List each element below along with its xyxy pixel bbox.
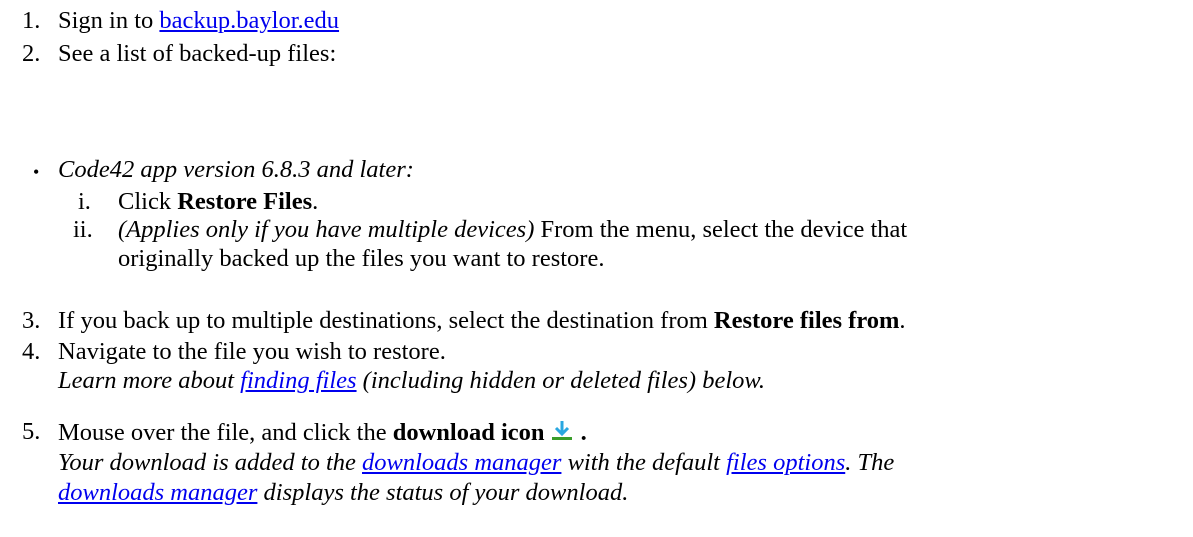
step-5-text: Mouse over the file, and click the downl…	[58, 420, 587, 448]
step-3-end: .	[899, 307, 906, 334]
step-3-text: If you back up to multiple destinations,…	[58, 307, 906, 334]
step-3-label: If you back up to multiple destinations,…	[58, 307, 714, 334]
note-text: . The	[845, 449, 895, 476]
step-4-note: Learn more about finding files (includin…	[58, 367, 766, 394]
note-text: Your download is added to the	[58, 449, 363, 476]
step-number: 1.	[22, 7, 41, 34]
download-icon-label: download icon	[392, 419, 545, 446]
substep-i-label: Click	[118, 188, 178, 215]
applies-note: (Applies only if you have multiple devic…	[118, 216, 535, 243]
step-5-note-line1: Your download is added to the downloads …	[58, 449, 895, 476]
step-1-text: Sign in to backup.baylor.edu	[58, 7, 339, 34]
restore-from-label: Restore files from	[713, 307, 900, 334]
finding-files-link[interactable]: finding files	[240, 367, 356, 394]
note-text: (including hidden or deleted files) belo…	[356, 367, 766, 394]
downloads-manager-link[interactable]: downloads manager	[362, 449, 561, 476]
restore-files-label: Restore Files	[177, 188, 313, 215]
note-text: with the default	[561, 449, 727, 476]
substep-number: i.	[78, 188, 91, 215]
substep-i-text: Click Restore Files.	[118, 188, 319, 215]
step-1-label: Sign in to	[58, 7, 160, 34]
step-number: 5.	[22, 418, 41, 445]
files-options-link[interactable]: files options	[726, 449, 845, 476]
step-number: 4.	[22, 338, 41, 365]
step-number: 2.	[22, 40, 41, 67]
step-4-text: Navigate to the file you wish to restore…	[58, 338, 446, 365]
bullet-marker: •	[33, 162, 40, 182]
version-note: Code42 app version 6.8.3 and later:	[58, 156, 414, 183]
step-5-end: .	[574, 419, 587, 446]
substep-ii-line2: originally backed up the files you want …	[118, 245, 605, 272]
substep-number: ii.	[73, 216, 93, 243]
note-text: displays the status of your download.	[257, 479, 629, 506]
substep-ii-line1: (Applies only if you have multiple devic…	[118, 216, 908, 243]
substep-i-end: .	[312, 188, 319, 215]
step-2-text: See a list of backed-up files:	[58, 40, 337, 67]
download-icon	[551, 420, 573, 448]
note-text: Learn more about	[58, 367, 241, 394]
downloads-manager-link[interactable]: downloads manager	[58, 479, 257, 506]
step-5-note-line2: downloads manager displays the status of…	[58, 479, 629, 506]
backup-site-link[interactable]: backup.baylor.edu	[159, 7, 339, 34]
step-number: 3.	[22, 307, 41, 334]
step-5-label: Mouse over the file, and click the	[58, 419, 393, 446]
substep-ii-text: From the menu, select the device that	[534, 216, 908, 243]
